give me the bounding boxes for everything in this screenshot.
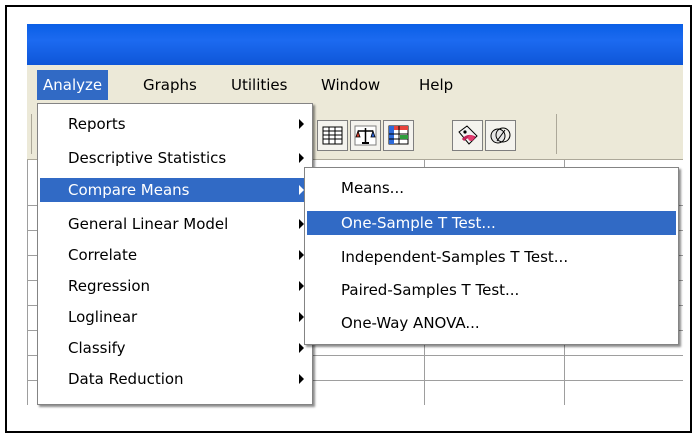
table-icon[interactable] [317,120,348,151]
menu-item-classify[interactable]: Classify [40,336,310,360]
menu-item-paired-samples-t-test[interactable]: Paired-Samples T Test... [307,278,676,302]
menu-item-means[interactable]: Means... [307,176,676,200]
menu-item-label: One-Way ANOVA... [341,314,480,332]
submenu-arrow-icon [299,119,304,129]
menu-item-reports[interactable]: Reports [40,112,310,136]
circles-icon[interactable] [485,120,516,151]
grid-line [27,160,28,405]
menu-item-one-sample-t-test[interactable]: One-Sample T Test... [307,211,676,235]
menu-item-correlate[interactable]: Correlate [40,243,310,267]
menu-item-label: General Linear Model [68,215,229,233]
menu-item-label: Paired-Samples T Test... [341,281,520,299]
menu-help[interactable]: Help [413,70,459,100]
menu-item-label: Compare Means [68,181,190,199]
menu-item-general-linear-model[interactable]: General Linear Model [40,212,310,236]
menu-item-label: Reports [68,115,126,133]
menu-analyze[interactable]: Analyze [37,70,109,100]
menu-item-label: Correlate [68,246,138,264]
menu-item-label: Loglinear [68,308,138,326]
tag-icon[interactable] [452,120,483,151]
scale-icon[interactable] [350,120,381,151]
menu-item-one-way-anova[interactable]: One-Way ANOVA... [307,311,676,335]
menu-graphs[interactable]: Graphs [137,70,203,100]
submenu-arrow-icon [299,374,304,384]
menu-item-regression[interactable]: Regression [40,274,310,298]
menu-item-label: Data Reduction [68,370,184,388]
grid-select-icon[interactable] [383,120,414,151]
menu-item-descriptive-statistics[interactable]: Descriptive Statistics [40,146,310,170]
menu-item-compare-means[interactable]: Compare Means [40,178,310,202]
menu-item-label: Regression [68,277,151,295]
menu-item-label: Classify [68,339,126,357]
menu-window[interactable]: Window [315,70,386,100]
title-bar [27,24,683,65]
menu-item-data-reduction[interactable]: Data Reduction [40,367,310,391]
compare-means-submenu: Means... One-Sample T Test... Independen… [304,167,679,345]
menu-item-label: One-Sample T Test... [341,214,496,232]
analyze-menu: Reports Descriptive Statistics Compare M… [37,103,313,405]
menu-utilities[interactable]: Utilities [225,70,293,100]
menu-item-label: Independent-Samples T Test... [341,248,569,266]
menu-item-label: Means... [341,179,404,197]
menu-item-loglinear[interactable]: Loglinear [40,305,310,329]
toolbar-separator [31,114,32,154]
menu-item-label: Descriptive Statistics [68,149,227,167]
submenu-arrow-icon [299,153,304,163]
toolbar-separator [556,114,557,154]
menu-item-independent-samples-t-test[interactable]: Independent-Samples T Test... [307,245,676,269]
